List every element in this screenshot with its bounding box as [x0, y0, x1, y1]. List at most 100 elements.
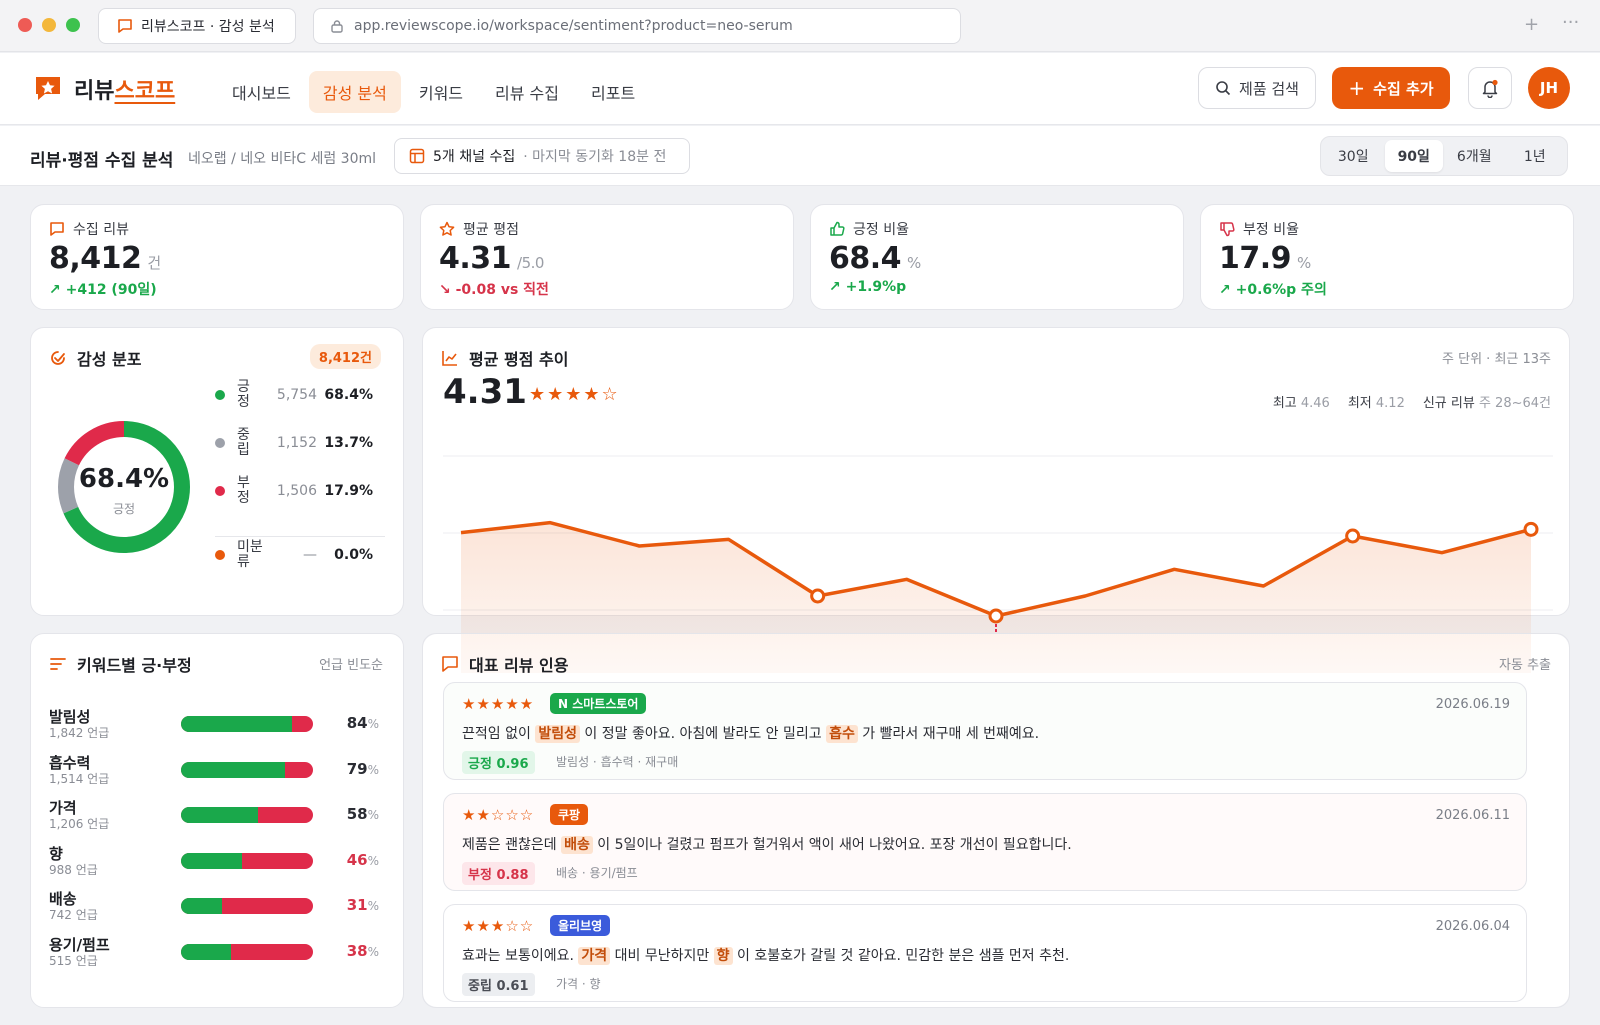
kpi-card-2: 긍정 비율 68.4% ↗ +1.9%p — [810, 204, 1184, 310]
trend-card: 평균 평점 추이 주 단위 · 최근 13주 4.31 ★★★★☆ 최고 4.4… — [422, 327, 1570, 673]
logo[interactable]: 리뷰스코프 — [34, 73, 175, 105]
review-quote[interactable]: ★★★☆☆ 올리브영 2026.06.04 효과는 보통이에요. 가격 대비 무난하지… — [443, 904, 1527, 1002]
keyword-bar-positive — [181, 852, 242, 869]
avatar[interactable]: JH — [1528, 67, 1570, 109]
keyword-row[interactable]: 배송 742 언급 31% — [49, 888, 379, 928]
legend-name: 긍정 — [237, 379, 250, 410]
legend-name: 미분류 — [237, 539, 263, 570]
trend-point-6[interactable] — [988, 608, 1004, 624]
kpi-value: 17.9% — [1219, 241, 1311, 276]
review-source-badge: 올리브영 — [550, 915, 611, 936]
nav-item-0[interactable]: 대시보드 — [218, 71, 305, 113]
legend-row: 부정 1,506 17.9% — [215, 476, 373, 506]
kpi-label-text: 수집 리뷰 — [73, 222, 129, 238]
date-range-selector: 30일 90일 6개월 1년 — [1320, 136, 1568, 176]
kpi-card-1: 평균 평점 4.31/5.0 ↘ -0.08 vs 직전 — [420, 204, 794, 310]
review-stars: ★★★☆☆ — [462, 917, 535, 935]
trend-point-10[interactable] — [1345, 528, 1361, 544]
address-bar[interactable]: app.reviewscope.io/workspace/sentiment?p… — [313, 8, 961, 44]
legend-percent: 68.4% — [324, 387, 373, 403]
review-text-part: 제품은 괜찮은데 — [462, 837, 562, 853]
legend-percent: 13.7% — [324, 435, 373, 451]
nav-item-4[interactable]: 리포트 — [577, 71, 649, 113]
highlight-keyword: 가격 — [578, 947, 611, 965]
highlight-keyword: 흡수 — [826, 725, 858, 743]
browser-tab[interactable]: 리뷰스코프 · 감성 분석 — [98, 8, 296, 44]
keyword-row[interactable]: 발림성 1,842 언급 84% — [49, 706, 379, 746]
kpi-value-number: 8,412 — [49, 241, 142, 276]
review-quote[interactable]: ★★☆☆☆ 쿠팡 2026.06.11 제품은 괜찮은데 배송 이 5일이나 걸렸고 … — [443, 793, 1527, 891]
keyword-percent-value: 79 — [346, 759, 368, 778]
more-icon[interactable]: ··· — [1562, 12, 1579, 33]
highlight-keyword: 발림성 — [535, 725, 580, 743]
range-option-2[interactable]: 6개월 — [1445, 140, 1504, 172]
trend-point-12[interactable] — [1523, 521, 1539, 537]
product-search-button[interactable]: 제품 검색 — [1198, 67, 1316, 109]
chip-main: 5개 채널 수집 — [433, 149, 516, 165]
review-text-part: 가 빨라서 재구매 세 번째예요. — [857, 726, 1040, 742]
keyword-percent: 31% — [347, 896, 379, 914]
legend-count: 1,152 — [276, 435, 317, 451]
legend-name: 부정 — [237, 475, 250, 506]
keyword-bar — [181, 898, 313, 914]
new-tab-icon[interactable]: + — [1524, 14, 1539, 35]
legend-count: 5,754 — [276, 387, 317, 403]
kpi-value: 68.4% — [829, 241, 921, 276]
star-icon — [439, 221, 455, 236]
bell-icon — [1482, 79, 1498, 98]
minimize-window-button[interactable] — [42, 18, 56, 32]
keyword-row[interactable]: 용기/펌프 515 언급 38% — [49, 934, 379, 974]
kpi-label: 수집 리뷰 — [49, 219, 129, 239]
keyword-row[interactable]: 흡수력 1,514 언급 79% — [49, 752, 379, 792]
review-score: 부정 0.88 — [462, 862, 535, 885]
nav-item-2[interactable]: 키워드 — [405, 71, 477, 113]
add-collection-button[interactable]: + 수집 추가 — [1332, 67, 1450, 109]
review-stars: ★★☆☆☆ — [462, 806, 535, 824]
tab-title: 리뷰스코프 · 감성 분석 — [141, 19, 275, 35]
keyword-mentions: 515 언급 — [49, 953, 98, 968]
maximize-window-button[interactable] — [66, 18, 80, 32]
review-quote[interactable]: ★★★★★ N 스마트스토어 2026.06.19 끈적임 없이 발림성 이 정말 좋… — [443, 682, 1527, 780]
percent-sign: % — [367, 762, 379, 777]
nav-item-1[interactable]: 감성 분석 — [308, 71, 401, 113]
percent-sign: % — [367, 717, 379, 731]
close-window-button[interactable] — [18, 18, 32, 32]
review-date: 2026.06.04 — [1435, 919, 1510, 934]
channel-sync-chip[interactable]: 5개 채널 수집 · 마지막 동기화 18분 전 — [394, 138, 690, 174]
sub-header: 리뷰·평점 수집 분석 네오랩 / 네오 비타C 세럼 30ml 5개 채널 수… — [0, 126, 1600, 186]
keyword-row[interactable]: 가격 1,206 언급 58% — [49, 797, 379, 837]
review-date: 2026.06.11 — [1435, 808, 1510, 823]
logo-accent-text: 스코프 — [114, 79, 176, 104]
legend-name: 중립 — [237, 427, 250, 458]
kpi-value-number: 4.31 — [439, 241, 512, 276]
app-header: 리뷰스코프 대시보드 감성 분석 키워드 리뷰 수집 리포트 제품 검색 + 수집 추가… — [0, 53, 1600, 125]
keyword-bar — [181, 852, 313, 869]
kpi-value-number: 68.4 — [829, 241, 902, 276]
keyword-mentions: 1,842 언급 — [49, 726, 110, 740]
kpi-delta: ↘ -0.08 vs 직전 — [439, 282, 549, 298]
add-label: 수집 추가 — [1373, 79, 1434, 98]
notifications-button[interactable] — [1468, 67, 1512, 109]
legend-row: 중립 1,152 13.7% — [215, 428, 373, 458]
keyword-percent-value: 46 — [346, 850, 368, 869]
total-badge: 8,412건 — [309, 344, 381, 369]
layout-icon — [409, 148, 425, 164]
kpi-card-3: 부정 비율 17.9% ↗ +0.6%p 주의 — [1200, 204, 1574, 310]
keyword-bar-positive — [181, 807, 258, 823]
review-tags: 배송 · 용기/펌프 — [556, 866, 638, 880]
keyword-percent: 79% — [347, 760, 379, 778]
keywords-note: 언급 빈도순 — [319, 658, 383, 673]
browser-titlebar: 리뷰스코프 · 감성 분석 app.reviewscope.io/workspa… — [0, 0, 1600, 52]
review-text-part: 끈적임 없이 — [462, 726, 536, 742]
range-option-3[interactable]: 1년 — [1506, 140, 1565, 172]
keyword-row[interactable]: 향 988 언급 46% — [49, 843, 379, 883]
kpi-value: 4.31/5.0 — [439, 241, 544, 276]
nav-item-3[interactable]: 리뷰 수집 — [481, 71, 573, 113]
range-option-0[interactable]: 30일 — [1324, 140, 1383, 172]
trend-point-4[interactable] — [810, 588, 826, 604]
keyword-percent-value: 31 — [346, 896, 368, 914]
review-score: 긍정 0.96 — [462, 751, 535, 774]
range-option-1[interactable]: 90일 — [1384, 140, 1443, 172]
sentiment-card: 감성 분포 8,412건 68.4% 긍정 긍정 5,754 68.4% 중립 1,15… — [30, 327, 404, 616]
legend-percent: 0.0% — [334, 547, 373, 563]
